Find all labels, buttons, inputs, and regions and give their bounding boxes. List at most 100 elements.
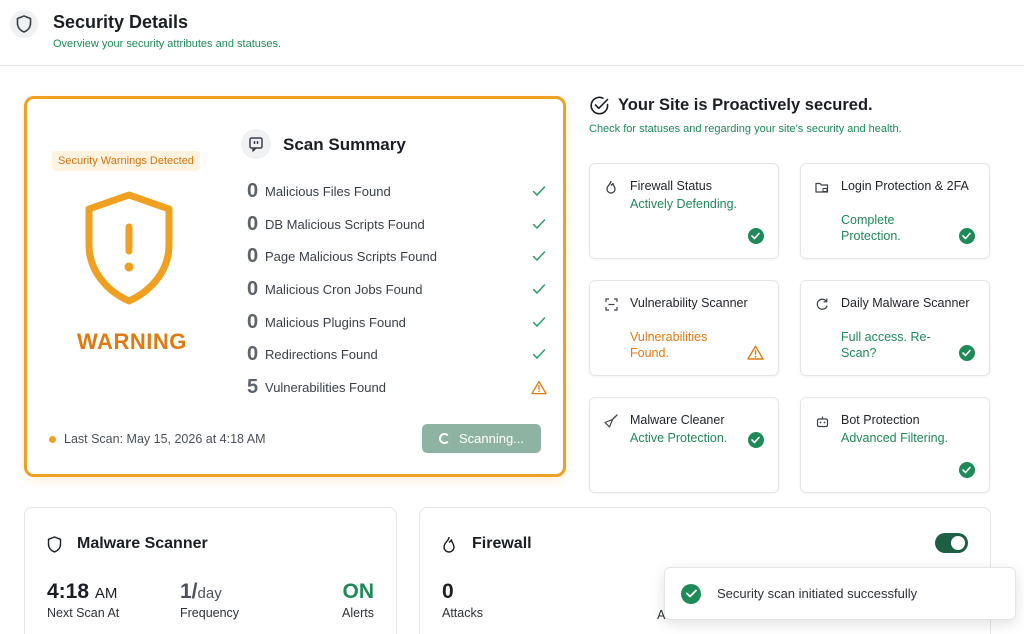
summary-row: 0 Malicious Cron Jobs Found	[247, 273, 547, 306]
check-icon	[531, 248, 547, 264]
tile-daily-malware-scanner[interactable]: Daily Malware Scanner Full access. Re-Sc…	[800, 280, 990, 376]
warning-badge: Security Warnings Detected	[52, 151, 200, 171]
malware-scanner-title: Malware Scanner	[77, 535, 208, 552]
status-dot	[49, 435, 56, 443]
check-circle-icon	[590, 96, 609, 115]
summary-label: Malicious Files Found	[265, 183, 391, 199]
summary-count: 0	[247, 343, 259, 366]
tile-value: Active Protection.	[630, 431, 728, 445]
tile-bot-protection[interactable]: Bot Protection Advanced Filtering.	[800, 397, 990, 493]
check-icon	[531, 216, 547, 232]
tile-name: Bot Protection	[841, 413, 920, 427]
alerts-stat: ON Alerts	[342, 580, 374, 620]
tile-value: Actively Defending.	[630, 197, 738, 211]
tile-value: Advanced Filtering.	[841, 431, 949, 445]
check-icon	[531, 281, 547, 297]
next-scan-stat: 4:18 AM Next Scan At	[47, 580, 119, 620]
attacks-stat: 0 Attacks	[442, 580, 483, 620]
check-circle-icon	[747, 227, 764, 244]
scan-summary-list: 0 Malicious Files Found 0 DB Malicious S…	[247, 175, 547, 404]
scan-button[interactable]: Scanning...	[422, 424, 541, 453]
spinner-icon	[438, 433, 450, 444]
check-icon	[531, 314, 547, 330]
frequency-label: Frequency	[180, 606, 240, 620]
summary-row: 0 Malicious Files Found	[247, 175, 547, 208]
summary-row: 5 Vulnerabilities Found	[247, 371, 547, 404]
warning-shield-icon	[81, 189, 177, 312]
flame-icon	[604, 180, 618, 194]
check-circle-icon	[958, 461, 975, 478]
tile-name: Vulnerability Scanner	[630, 296, 748, 310]
next-scan-label: Next Scan At	[47, 606, 120, 620]
next-scan-time: 4:18	[47, 580, 90, 603]
summary-count: 5	[247, 375, 259, 398]
frequency-stat: 1/day Frequency	[180, 580, 239, 620]
check-circle-icon	[958, 227, 975, 244]
tile-name: Malware Cleaner	[630, 413, 725, 427]
site-status-subtitle: Check for statuses and regarding your si…	[589, 123, 902, 135]
warning-status-label: WARNING	[77, 329, 187, 354]
tile-name: Daily Malware Scanner	[841, 296, 970, 310]
check-icon	[531, 346, 547, 362]
shield-icon	[10, 10, 38, 38]
last-scan-text: Last Scan: May 15, 2026 at 4:18 AM	[64, 432, 266, 446]
summary-count: 0	[247, 310, 259, 333]
summary-label: Malicious Plugins Found	[265, 314, 406, 330]
site-status-header: Your Site is Proactively secured.	[589, 95, 873, 116]
alerts-label: Alerts	[342, 606, 374, 620]
summary-count: 0	[247, 179, 259, 202]
attacks-label: Attacks	[442, 606, 483, 620]
firewall-toggle[interactable]	[935, 533, 968, 553]
flame-icon	[442, 536, 456, 558]
summary-row: 0 DB Malicious Scripts Found	[247, 208, 547, 241]
malware-scanner-card: Malware Scanner 4:18 AM Next Scan At 1/d…	[24, 507, 397, 634]
check-icon	[531, 183, 547, 199]
refresh-shield-icon	[815, 297, 829, 311]
scan-warning-card: Security Warnings Detected WARNING Scan …	[24, 96, 566, 477]
tile-name: Login Protection & 2FA	[841, 179, 969, 193]
check-circle-icon	[958, 344, 975, 361]
summary-row: 0 Page Malicious Scripts Found	[247, 240, 547, 273]
folder-lock-icon	[815, 180, 829, 194]
summary-count: 0	[247, 245, 259, 268]
firewall-title: Firewall	[472, 535, 532, 552]
check-circle-icon	[681, 583, 701, 604]
summary-label: Malicious Cron Jobs Found	[265, 281, 423, 297]
frequency-unit: day	[197, 585, 222, 602]
summary-count: 0	[247, 277, 259, 300]
tile-login-protection[interactable]: Login Protection & 2FA Complete Protecti…	[800, 163, 990, 259]
summary-label: Redirections Found	[265, 347, 378, 363]
summary-label: DB Malicious Scripts Found	[265, 216, 425, 232]
scan-button-label: Scanning...	[458, 431, 525, 446]
tile-vulnerability-scanner[interactable]: Vulnerability Scanner Vulnerabilities Fo…	[589, 280, 779, 376]
page-title: Security Details	[53, 12, 189, 32]
scan-icon	[604, 297, 618, 311]
alerts-value: ON	[342, 580, 375, 603]
tile-firewall-status[interactable]: Firewall Status Actively Defending.	[589, 163, 779, 259]
site-status-title: Your Site is Proactively secured.	[618, 96, 873, 114]
tile-name: Firewall Status	[630, 179, 712, 193]
check-circle-icon	[747, 431, 764, 448]
tile-malware-cleaner[interactable]: Malware Cleaner Active Protection.	[589, 397, 779, 493]
warning-triangle-icon	[531, 379, 547, 395]
last-scan-info: Last Scan: May 15, 2026 at 4:18 AM	[49, 432, 266, 446]
toast-notification[interactable]: Security scan initiated successfully	[664, 567, 1016, 620]
page-header: Security Details Overview your security …	[0, 0, 1024, 66]
summary-label: Page Malicious Scripts Found	[265, 249, 437, 265]
tile-value: Vulnerabilities Found.	[630, 330, 708, 360]
message-icon	[241, 129, 271, 159]
shield-icon	[47, 536, 62, 558]
page-subtitle: Overview your security attributes and st…	[53, 38, 282, 50]
warning-triangle-icon	[747, 344, 764, 361]
next-scan-period: AM	[94, 585, 118, 602]
summary-row: 0 Malicious Plugins Found	[247, 306, 547, 339]
toast-message: Security scan initiated successfully	[717, 586, 918, 601]
attacks-value: 0	[442, 580, 454, 603]
summary-count: 0	[247, 212, 259, 235]
tile-value: Complete Protection.	[841, 213, 901, 243]
scan-summary-title: Scan Summary	[283, 135, 406, 154]
broom-icon	[604, 414, 618, 428]
tile-value: Full access. Re-Scan?	[841, 330, 931, 360]
summary-row: 0 Redirections Found	[247, 338, 547, 371]
frequency-value: 1/	[180, 580, 198, 603]
